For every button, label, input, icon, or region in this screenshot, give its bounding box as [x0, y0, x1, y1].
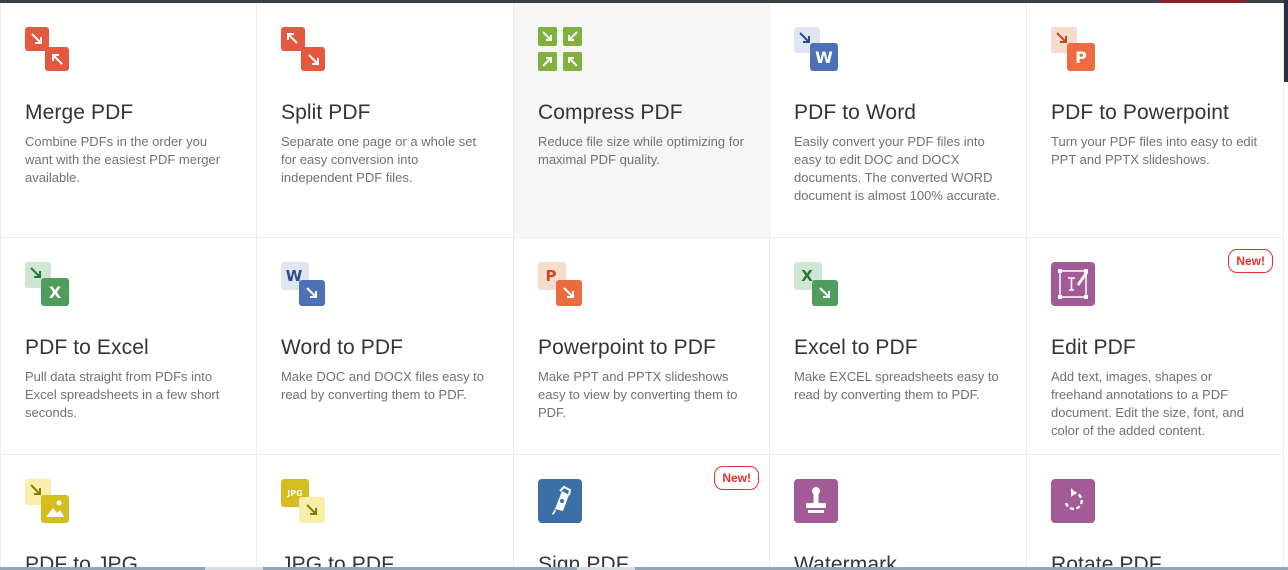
rotate-pdf-icon [1051, 479, 1095, 523]
tool-title: Edit PDF [1051, 336, 1136, 359]
tool-description: Make EXCEL spreadsheets easy to read by … [794, 369, 999, 402]
tool-description: Add text, images, shapes or freehand ann… [1051, 369, 1244, 438]
tool-title: PDF to Powerpoint [1051, 101, 1229, 124]
jpg-to-pdf-icon: JPG [281, 479, 325, 523]
excel-to-pdf-icon: X [794, 262, 838, 306]
new-badge: New! [1228, 249, 1273, 273]
tool-card-edit-pdf[interactable]: New! Edit PDF Add text, images, shapes o… [1027, 238, 1284, 455]
tool-title: Powerpoint to PDF [538, 336, 716, 359]
tool-card-pdf-to-jpg[interactable]: PDF to JPG [0, 455, 257, 570]
powerpoint-letter: P [546, 267, 557, 285]
edit-pdf-icon [1051, 262, 1095, 306]
merge-icon [25, 27, 69, 71]
tool-card-pdf-to-excel[interactable]: X PDF to Excel Pull data straight from P… [0, 238, 257, 455]
tool-card-excel-to-pdf[interactable]: X Excel to PDF Make EXCEL spreadsheets e… [770, 238, 1027, 455]
tool-card-jpg-to-pdf[interactable]: JPG JPG to PDF [257, 455, 514, 570]
tool-card-merge-pdf[interactable]: Merge PDF Combine PDFs in the order you … [0, 3, 257, 238]
tool-card-rotate-pdf[interactable]: Rotate PDF [1027, 455, 1284, 570]
tool-card-pdf-to-powerpoint[interactable]: P PDF to Powerpoint Turn your PDF files … [1027, 3, 1284, 238]
pdf-to-jpg-icon [25, 479, 69, 523]
tool-card-sign-pdf[interactable]: New! Sign PDF [514, 455, 770, 570]
tool-card-powerpoint-to-pdf[interactable]: P Powerpoint to PDF Make PPT and PPTX sl… [514, 238, 770, 455]
tool-description: Combine PDFs in the order you want with … [25, 134, 221, 185]
word-to-pdf-icon: W [281, 262, 325, 306]
pdf-to-powerpoint-icon: P [1051, 27, 1095, 71]
tool-description: Turn your PDF files into easy to edit PP… [1051, 134, 1258, 167]
tool-description: Make PPT and PPTX slideshows easy to vie… [538, 369, 738, 420]
powerpoint-to-pdf-icon: P [538, 262, 582, 306]
compress-icon [538, 27, 582, 71]
tool-description: Reduce file size while optimizing for ma… [538, 134, 744, 167]
tool-card-watermark[interactable]: Watermark [770, 455, 1027, 570]
tool-title: Merge PDF [25, 101, 134, 124]
tool-title: Compress PDF [538, 101, 683, 124]
tool-card-pdf-to-word[interactable]: W PDF to Word Easily convert your PDF fi… [770, 3, 1027, 238]
right-edge-strip [1284, 0, 1288, 82]
tool-card-split-pdf[interactable]: Split PDF Separate one page or a whole s… [257, 3, 514, 238]
tool-card-word-to-pdf[interactable]: W Word to PDF Make DOC and DOCX files ea… [257, 238, 514, 455]
word-letter: W [815, 48, 833, 67]
tool-title: Split PDF [281, 101, 371, 124]
tool-description: Pull data straight from PDFs into Excel … [25, 369, 220, 420]
powerpoint-letter: P [1075, 48, 1087, 67]
excel-letter: X [801, 267, 813, 285]
pdf-to-word-icon: W [794, 27, 838, 71]
tool-description: Make DOC and DOCX files easy to read by … [281, 369, 485, 402]
excel-letter: X [49, 283, 62, 302]
tool-title: PDF to Excel [25, 336, 149, 359]
watermark-icon [794, 479, 838, 523]
pdf-to-excel-icon: X [25, 262, 69, 306]
tool-card-compress-pdf[interactable]: Compress PDF Reduce file size while opti… [514, 3, 770, 238]
tool-title: PDF to Word [794, 101, 917, 124]
new-badge: New! [714, 466, 759, 490]
tool-description: Separate one page or a whole set for eas… [281, 134, 477, 185]
jpg-label: JPG [286, 489, 302, 498]
tool-title: Word to PDF [281, 336, 404, 359]
tool-title: Excel to PDF [794, 336, 918, 359]
sign-pdf-icon [538, 479, 582, 523]
split-icon [281, 27, 325, 71]
tools-grid: Merge PDF Combine PDFs in the order you … [0, 3, 1284, 570]
tool-description: Easily convert your PDF files into easy … [794, 134, 1000, 203]
